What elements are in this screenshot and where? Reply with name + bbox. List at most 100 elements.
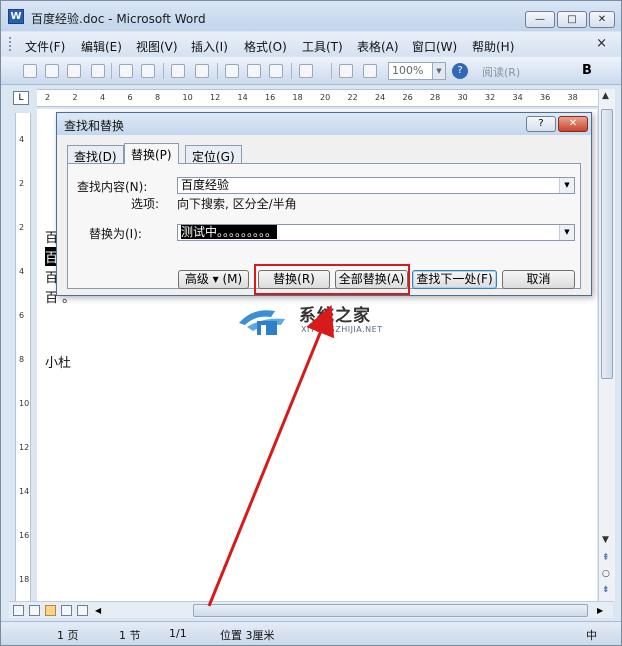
- save-icon[interactable]: [67, 64, 81, 78]
- copy-icon[interactable]: [247, 64, 261, 78]
- dialog-title-bar[interactable]: 查找和替换 ? ✕: [57, 113, 591, 135]
- standard-toolbar: 100% ▼ ? 阅读(R) B: [1, 57, 621, 85]
- maximize-button[interactable]: □: [557, 11, 587, 28]
- replace-with-value: 测试中。。。。。。。。。: [181, 225, 278, 239]
- find-next-button[interactable]: 查找下一处(F): [412, 270, 497, 289]
- zoom-value: 100%: [392, 64, 424, 77]
- zoom-select[interactable]: 100% ▼: [388, 62, 446, 80]
- tab-selector[interactable]: L: [13, 91, 29, 105]
- scroll-down-icon[interactable]: ▼: [602, 535, 609, 545]
- menu-tools[interactable]: 工具(T): [302, 38, 343, 55]
- print-layout-icon[interactable]: [45, 605, 56, 616]
- menu-table[interactable]: 表格(A): [357, 38, 399, 55]
- research-icon[interactable]: [195, 64, 209, 78]
- tab-goto[interactable]: 定位(G): [185, 145, 242, 164]
- menu-format[interactable]: 格式(O): [244, 38, 287, 55]
- ruler-tick: 14: [19, 487, 30, 496]
- ruler-tick: 14: [237, 93, 248, 102]
- normal-view-icon[interactable]: [13, 605, 24, 616]
- menu-file[interactable]: 文件(F): [25, 38, 65, 55]
- window-title: 百度经验.doc - Microsoft Word: [31, 12, 206, 26]
- chevron-down-icon[interactable]: ▼: [432, 63, 445, 79]
- print-preview-icon[interactable]: [141, 64, 155, 78]
- reading-view-icon[interactable]: [77, 605, 88, 616]
- browse-object-icon[interactable]: ○: [602, 569, 610, 579]
- dialog-help-button[interactable]: ?: [526, 116, 556, 132]
- ruler-tick: 12: [19, 443, 30, 452]
- read-mode-button[interactable]: 阅读(R): [482, 64, 520, 80]
- outline-view-icon[interactable]: [61, 605, 72, 616]
- toolbar-separator: [291, 63, 292, 79]
- vertical-scrollbar[interactable]: ▲ ▼ ⇞ ○ ⇟: [598, 89, 615, 601]
- menu-grip-handle[interactable]: [9, 37, 12, 51]
- web-view-icon[interactable]: [29, 605, 40, 616]
- ruler-tick: 4: [100, 93, 106, 102]
- ruler-tick: 2: [72, 93, 78, 102]
- ruler-tick: 10: [182, 93, 193, 102]
- menu-help[interactable]: 帮助(H): [472, 38, 514, 55]
- tab-replace[interactable]: 替换(P): [124, 143, 179, 164]
- view-bar: ◀ ▶: [9, 601, 613, 618]
- cut-icon[interactable]: [225, 64, 239, 78]
- document-close-icon[interactable]: ×: [596, 36, 607, 51]
- close-button[interactable]: ✕: [589, 11, 615, 28]
- print-icon[interactable]: [119, 64, 133, 78]
- vertical-ruler[interactable]: 4 2 2 4 6 8 10 12 14 16 18: [15, 113, 31, 603]
- ruler-tick: 36: [540, 93, 551, 102]
- permission-icon[interactable]: [91, 64, 105, 78]
- ruler-tick: 16: [19, 531, 30, 540]
- spelling-icon[interactable]: [171, 64, 185, 78]
- status-page-count: 1/1: [169, 627, 187, 640]
- menu-insert[interactable]: 插入(I): [191, 38, 228, 55]
- cancel-button[interactable]: 取消: [502, 270, 575, 289]
- toolbar-separator: [111, 63, 112, 79]
- menu-edit[interactable]: 编辑(E): [81, 38, 122, 55]
- watermark: 系统之家 XITONGZHIJIA.NET: [235, 301, 395, 345]
- minimize-button[interactable]: —: [525, 11, 555, 28]
- status-page: 1 页: [57, 629, 79, 642]
- tab-find[interactable]: 查找(D): [67, 145, 124, 164]
- previous-page-icon[interactable]: ⇞: [602, 553, 610, 563]
- options-value: 向下搜索, 区分全/半角: [177, 197, 297, 211]
- menu-window[interactable]: 窗口(W): [412, 38, 457, 55]
- help-icon[interactable]: ?: [452, 63, 468, 79]
- drawing-icon[interactable]: [339, 64, 353, 78]
- menu-view[interactable]: 视图(V): [136, 38, 178, 55]
- next-page-icon[interactable]: ⇟: [602, 585, 610, 595]
- horizontal-scroll-thumb[interactable]: [193, 604, 588, 617]
- open-icon[interactable]: [45, 64, 59, 78]
- replace-all-button[interactable]: 全部替换(A): [335, 270, 408, 289]
- ruler-tick: 28: [430, 93, 441, 102]
- more-options-button[interactable]: 高级 ▾ (M): [178, 270, 249, 289]
- bold-button[interactable]: B: [582, 63, 592, 78]
- ruler-tick: 4: [19, 135, 25, 144]
- watermark-logo-icon: [239, 310, 285, 335]
- scroll-right-icon[interactable]: ▶: [597, 605, 608, 616]
- ruler-tick: 12: [210, 93, 221, 102]
- ruler-tick: 4: [19, 267, 25, 276]
- find-what-value: 百度经验: [181, 178, 230, 192]
- ruler-tick: 8: [19, 355, 25, 364]
- ruler-tick: 18: [19, 575, 30, 584]
- dialog-close-button[interactable]: ✕: [558, 116, 588, 132]
- scroll-left-icon[interactable]: ◀: [95, 605, 106, 616]
- table-icon[interactable]: [363, 64, 377, 78]
- replace-with-input[interactable]: 测试中。。。。。。。。。 ▼: [177, 224, 575, 241]
- ruler-tick: 2: [45, 93, 51, 102]
- undo-icon[interactable]: [299, 64, 313, 78]
- chevron-down-icon[interactable]: ▼: [559, 178, 574, 193]
- toolbar-separator: [331, 63, 332, 79]
- status-language: 中: [586, 629, 597, 642]
- find-what-input[interactable]: 百度经验 ▼: [177, 177, 575, 194]
- status-position: 位置 3厘米: [220, 629, 275, 642]
- ruler-tick: 18: [292, 93, 303, 102]
- chevron-down-icon[interactable]: ▼: [559, 225, 574, 240]
- watermark-brand: 系统之家: [299, 306, 371, 326]
- replace-button[interactable]: 替换(R): [258, 270, 330, 289]
- ruler-tick: 38: [567, 93, 578, 102]
- paste-icon[interactable]: [269, 64, 283, 78]
- horizontal-ruler[interactable]: 2 2 4 6 8 10 12 14 16 18 20 22 24 26 28 30 32 34 36 38: [37, 89, 599, 107]
- new-document-icon[interactable]: [23, 64, 37, 78]
- scrollbar-thumb[interactable]: [601, 109, 613, 379]
- scroll-up-icon[interactable]: ▲: [602, 91, 609, 101]
